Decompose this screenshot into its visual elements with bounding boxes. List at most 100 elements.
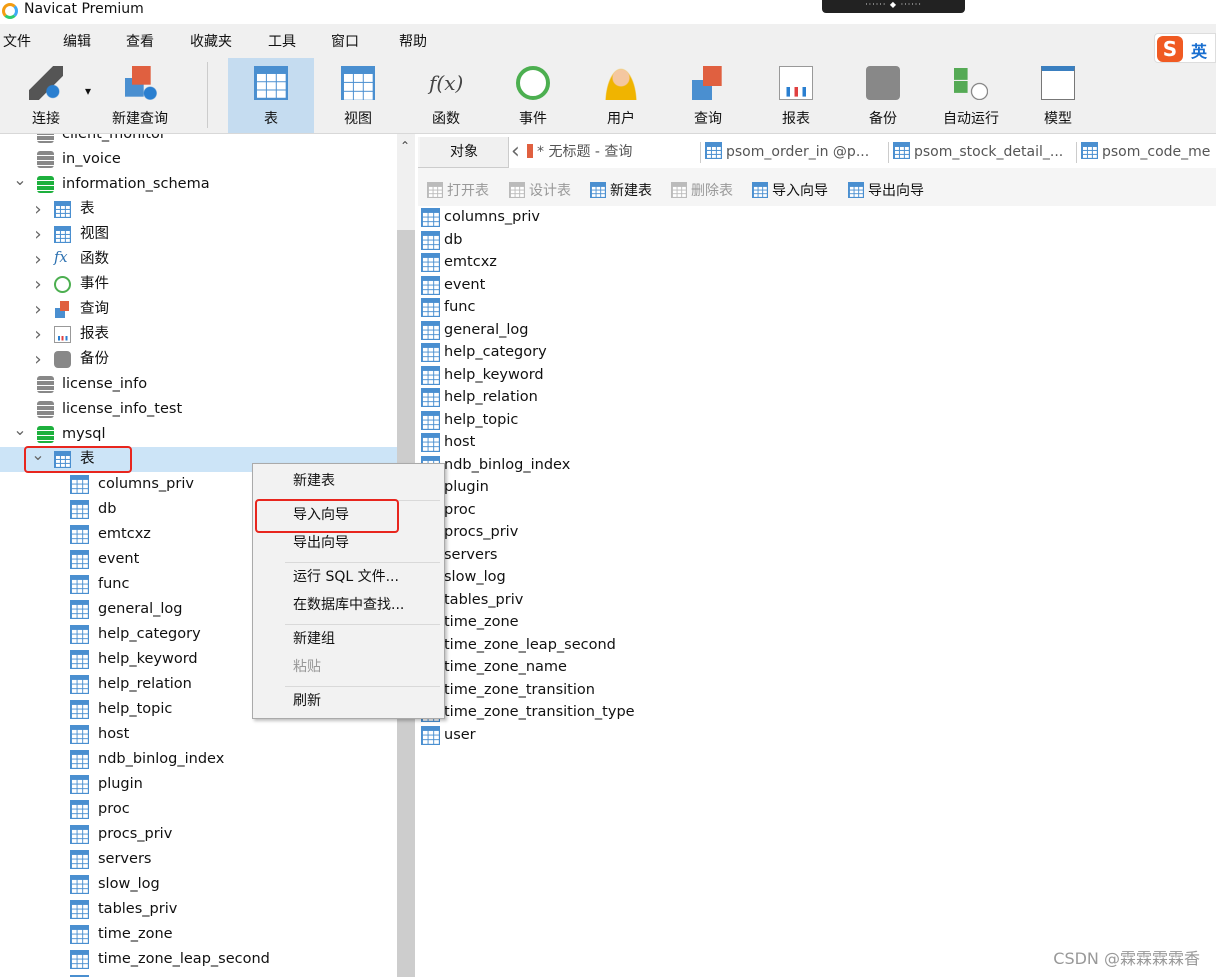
- table-name: plugin: [444, 479, 489, 495]
- tab-separator: [1076, 142, 1077, 163]
- object-toolbar-button-5[interactable]: 导出向导: [848, 180, 924, 200]
- toolbar-button-8[interactable]: 报表: [753, 58, 839, 133]
- chevron-right-icon[interactable]: ›: [31, 247, 45, 272]
- menu-3[interactable]: 收藏夹: [190, 31, 232, 51]
- menu-6[interactable]: 帮助: [399, 31, 427, 51]
- toolbar-button-5[interactable]: 事件: [490, 58, 576, 133]
- tree-item-label: in_voice: [62, 151, 121, 167]
- table-icon: [421, 208, 440, 227]
- document-tab[interactable]: * 无标题 - 查询: [527, 137, 707, 167]
- table-icon: [70, 600, 89, 619]
- table-icon: [70, 650, 89, 669]
- tree-item-label: procs_priv: [98, 826, 173, 842]
- chevron-right-icon[interactable]: ›: [31, 222, 45, 247]
- toolbar-label: 模型: [1044, 111, 1072, 127]
- context-menu-item[interactable]: 新建组: [293, 628, 335, 648]
- tree-item-label: help_category: [98, 626, 201, 642]
- tree-item-label: time_zone_leap_second: [98, 951, 270, 967]
- document-tab[interactable]: psom_stock_detail_...: [893, 137, 1073, 167]
- toolbar-button-6[interactable]: 用户: [578, 58, 664, 133]
- tree-item[interactable]: license_info: [0, 372, 397, 397]
- connect-dropdown-icon[interactable]: ▾: [85, 84, 91, 98]
- chevron-right-icon[interactable]: ›: [31, 347, 45, 372]
- tree-item[interactable]: plugin: [0, 772, 397, 797]
- chevron-right-icon[interactable]: ›: [31, 272, 45, 297]
- tree-item[interactable]: ndb_binlog_index: [0, 747, 397, 772]
- tree-item[interactable]: › 事件: [0, 272, 397, 297]
- tab-label: * 无标题 - 查询: [537, 144, 633, 160]
- tree-item-label: 表: [80, 201, 95, 217]
- database-icon: [37, 151, 54, 168]
- chevron-down-icon[interactable]: ⌄: [13, 167, 27, 192]
- tree-item[interactable]: › 备份: [0, 347, 397, 372]
- object-toolbar-button-3: 删除表: [671, 180, 733, 200]
- tree-item[interactable]: › 查询: [0, 297, 397, 322]
- context-menu-item[interactable]: 运行 SQL 文件...: [293, 566, 399, 586]
- chevron-down-icon[interactable]: ⌄: [13, 417, 27, 442]
- menu-4[interactable]: 工具: [268, 31, 296, 51]
- toolbar-button-4[interactable]: f(x) 函数: [403, 58, 489, 133]
- tree-item-label: help_relation: [98, 676, 192, 692]
- toolbar-button-3[interactable]: 视图: [315, 58, 401, 133]
- context-menu-item[interactable]: 在数据库中查找...: [293, 594, 404, 614]
- table-name: help_category: [444, 344, 547, 360]
- menu-1[interactable]: 编辑: [63, 31, 91, 51]
- tree-item-label: mysql: [62, 426, 106, 442]
- tree-item[interactable]: proc: [0, 797, 397, 822]
- tree-item[interactable]: › 表: [0, 197, 397, 222]
- tree-item[interactable]: › fx 函数: [0, 247, 397, 272]
- tab-separator: [700, 142, 701, 163]
- toolbar-button-10[interactable]: 自动运行: [928, 58, 1014, 133]
- tree-item[interactable]: license_info_test: [0, 397, 397, 422]
- menu-2[interactable]: 查看: [126, 31, 154, 51]
- tree-item[interactable]: in_voice: [0, 147, 397, 172]
- collapse-up-icon[interactable]: ⌃: [400, 139, 410, 153]
- tree-item[interactable]: tables_priv: [0, 897, 397, 922]
- toolbar-button-1[interactable]: 新建查询: [97, 58, 183, 133]
- menu-5[interactable]: 窗口: [331, 31, 359, 51]
- object-toolbar-button-2[interactable]: 新建表: [590, 180, 652, 200]
- menu-0[interactable]: 文件: [3, 31, 31, 51]
- tree-item-label: 查询: [80, 301, 109, 317]
- toolbar-button-9[interactable]: 备份: [840, 58, 926, 133]
- ime-indicator[interactable]: S 英: [1154, 33, 1216, 63]
- tree-item[interactable]: time_zone_name: [0, 972, 397, 977]
- chevron-right-icon[interactable]: ›: [31, 322, 45, 347]
- tree-item[interactable]: client_monitor: [0, 134, 397, 147]
- floating-widget[interactable]: ······ ◆ ······: [822, 0, 965, 13]
- tree-item-label: proc: [98, 801, 130, 817]
- document-tab[interactable]: psom_code_me: [1081, 137, 1216, 167]
- context-menu-item[interactable]: 新建表: [293, 470, 335, 490]
- tree-item[interactable]: ⌄ mysql: [0, 420, 397, 447]
- table-icon: [70, 700, 89, 719]
- context-menu-item[interactable]: 导出向导: [293, 532, 349, 552]
- tree-item[interactable]: time_zone_leap_second: [0, 947, 397, 972]
- tree-item[interactable]: › 报表: [0, 322, 397, 347]
- toolbar-button-11[interactable]: 模型: [1015, 58, 1101, 133]
- tree-item[interactable]: servers: [0, 847, 397, 872]
- tab-objects[interactable]: 对象: [420, 137, 508, 167]
- tab-scroll-left-icon[interactable]: ‹: [511, 137, 520, 167]
- tree-item[interactable]: › 视图: [0, 222, 397, 247]
- tree-item[interactable]: time_zone: [0, 922, 397, 947]
- table-icon: [70, 900, 89, 919]
- toolbar-separator: [207, 62, 208, 128]
- chevron-right-icon[interactable]: ›: [31, 297, 45, 322]
- document-tab[interactable]: psom_order_in @p...: [705, 137, 885, 167]
- table-icon: [421, 365, 440, 385]
- table-name: help_topic: [444, 411, 519, 428]
- tree-item[interactable]: slow_log: [0, 872, 397, 897]
- tree-item[interactable]: ⌄ information_schema: [0, 170, 397, 197]
- toolbar-button-7[interactable]: 查询: [665, 58, 751, 133]
- context-menu-item[interactable]: 刷新: [293, 690, 321, 710]
- tree-item[interactable]: procs_priv: [0, 822, 397, 847]
- toolbar-button-0[interactable]: 连接: [3, 58, 89, 133]
- table-icon: [421, 388, 440, 407]
- chevron-right-icon[interactable]: ›: [31, 197, 45, 222]
- tab-label: psom_stock_detail_...: [914, 144, 1064, 160]
- tree-item[interactable]: host: [0, 722, 397, 747]
- table-icon: [70, 500, 89, 519]
- toolbar-button-2[interactable]: 表: [228, 58, 314, 133]
- object-toolbar-button-4[interactable]: 导入向导: [752, 180, 828, 200]
- open-table-icon: [427, 182, 443, 198]
